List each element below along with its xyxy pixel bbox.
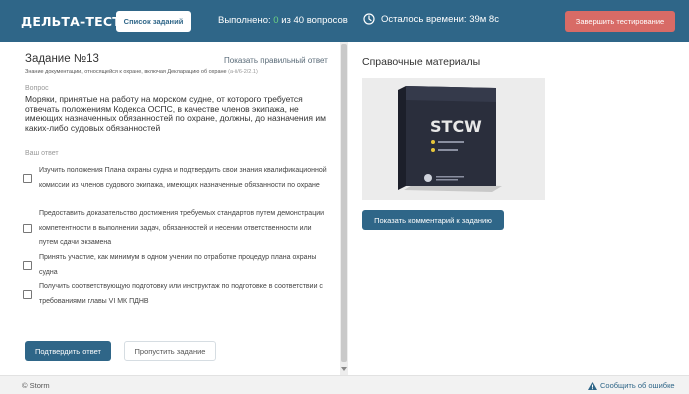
show-correct-answer-link[interactable]: Показать правильный ответ [224, 56, 328, 65]
answer-option-text: Принять участие, как минимум в одном уче… [39, 254, 317, 276]
report-error-link[interactable]: Сообщить об ошибке [588, 381, 675, 390]
answer-option[interactable]: Предоставить доказательство достижения т… [23, 207, 329, 251]
task-panel: Задание №13 Показать правильный ответ Зн… [11, 42, 340, 375]
answer-label: Ваш ответ [25, 150, 59, 157]
answer-checkbox[interactable] [23, 261, 32, 270]
reference-image[interactable]: STCW [362, 78, 545, 200]
top-bar: ДЕЛЬТА-ТЕСТ Список заданий Выполнено: 0 … [0, 0, 689, 42]
scroll-down-arrow-icon[interactable] [341, 367, 347, 371]
task-topic: Знание документации, относящейся к охран… [25, 69, 229, 75]
answer-option[interactable]: Изучить положения Плана охраны судна и п… [23, 164, 329, 193]
report-error-text: Сообщить об ошибке [600, 381, 675, 390]
clock-icon [363, 13, 375, 25]
answer-checkbox[interactable] [23, 174, 32, 183]
confirm-answer-button[interactable]: Подтвердить ответ [25, 341, 111, 361]
warning-icon [588, 381, 597, 390]
task-panel-scrollbar[interactable] [340, 42, 348, 375]
skip-task-button[interactable]: Пропустить задание [124, 341, 216, 361]
stcw-brand-text: STCW [430, 117, 482, 136]
answer-option-text: Предоставить доказательство достижения т… [39, 210, 325, 246]
answer-option-text: Получить соответствующую подготовку или … [39, 283, 323, 305]
answer-option[interactable]: Получить соответствующую подготовку или … [23, 280, 329, 309]
answer-checkbox[interactable] [23, 290, 32, 299]
scrollbar-thumb[interactable] [341, 44, 347, 362]
task-code: (a-ii/6-2/2.1) [228, 69, 258, 75]
task-list-button[interactable]: Список заданий [116, 11, 191, 32]
task-meta: Знание документации, относящейся к охран… [25, 69, 258, 75]
question-label: Вопрос [25, 85, 49, 92]
show-comment-button[interactable]: Показать комментарий к заданию [362, 210, 504, 230]
question-text: Моряки, принятые на работу на морском су… [25, 94, 326, 133]
answer-option[interactable]: Принять участие, как минимум в одном уче… [23, 251, 329, 280]
progress-status: Выполнено: 0 из 40 вопросов [218, 15, 348, 26]
progress-suffix: из 40 вопросов [278, 15, 348, 26]
task-title: Задание №13 [25, 53, 99, 65]
answer-option-text: Изучить положения Плана охраны судна и п… [39, 167, 327, 189]
footer: © Storm Сообщить об ошибке [0, 375, 689, 394]
timer-text: Осталось времени: 39м 8с [381, 13, 499, 25]
copyright: © Storm [22, 381, 50, 390]
reference-panel: Справочные материалы STCW Показать комме… [348, 42, 689, 375]
timer: Осталось времени: 39м 8с [363, 13, 499, 25]
stcw-book-image: STCW [362, 78, 545, 200]
reference-title: Справочные материалы [362, 56, 481, 68]
progress-prefix: Выполнено: [218, 15, 274, 26]
answer-checkbox[interactable] [23, 224, 32, 234]
app-logo: ДЕЛЬТА-ТЕСТ [21, 14, 121, 29]
finish-test-button[interactable]: Завершить тестирование [565, 11, 675, 32]
